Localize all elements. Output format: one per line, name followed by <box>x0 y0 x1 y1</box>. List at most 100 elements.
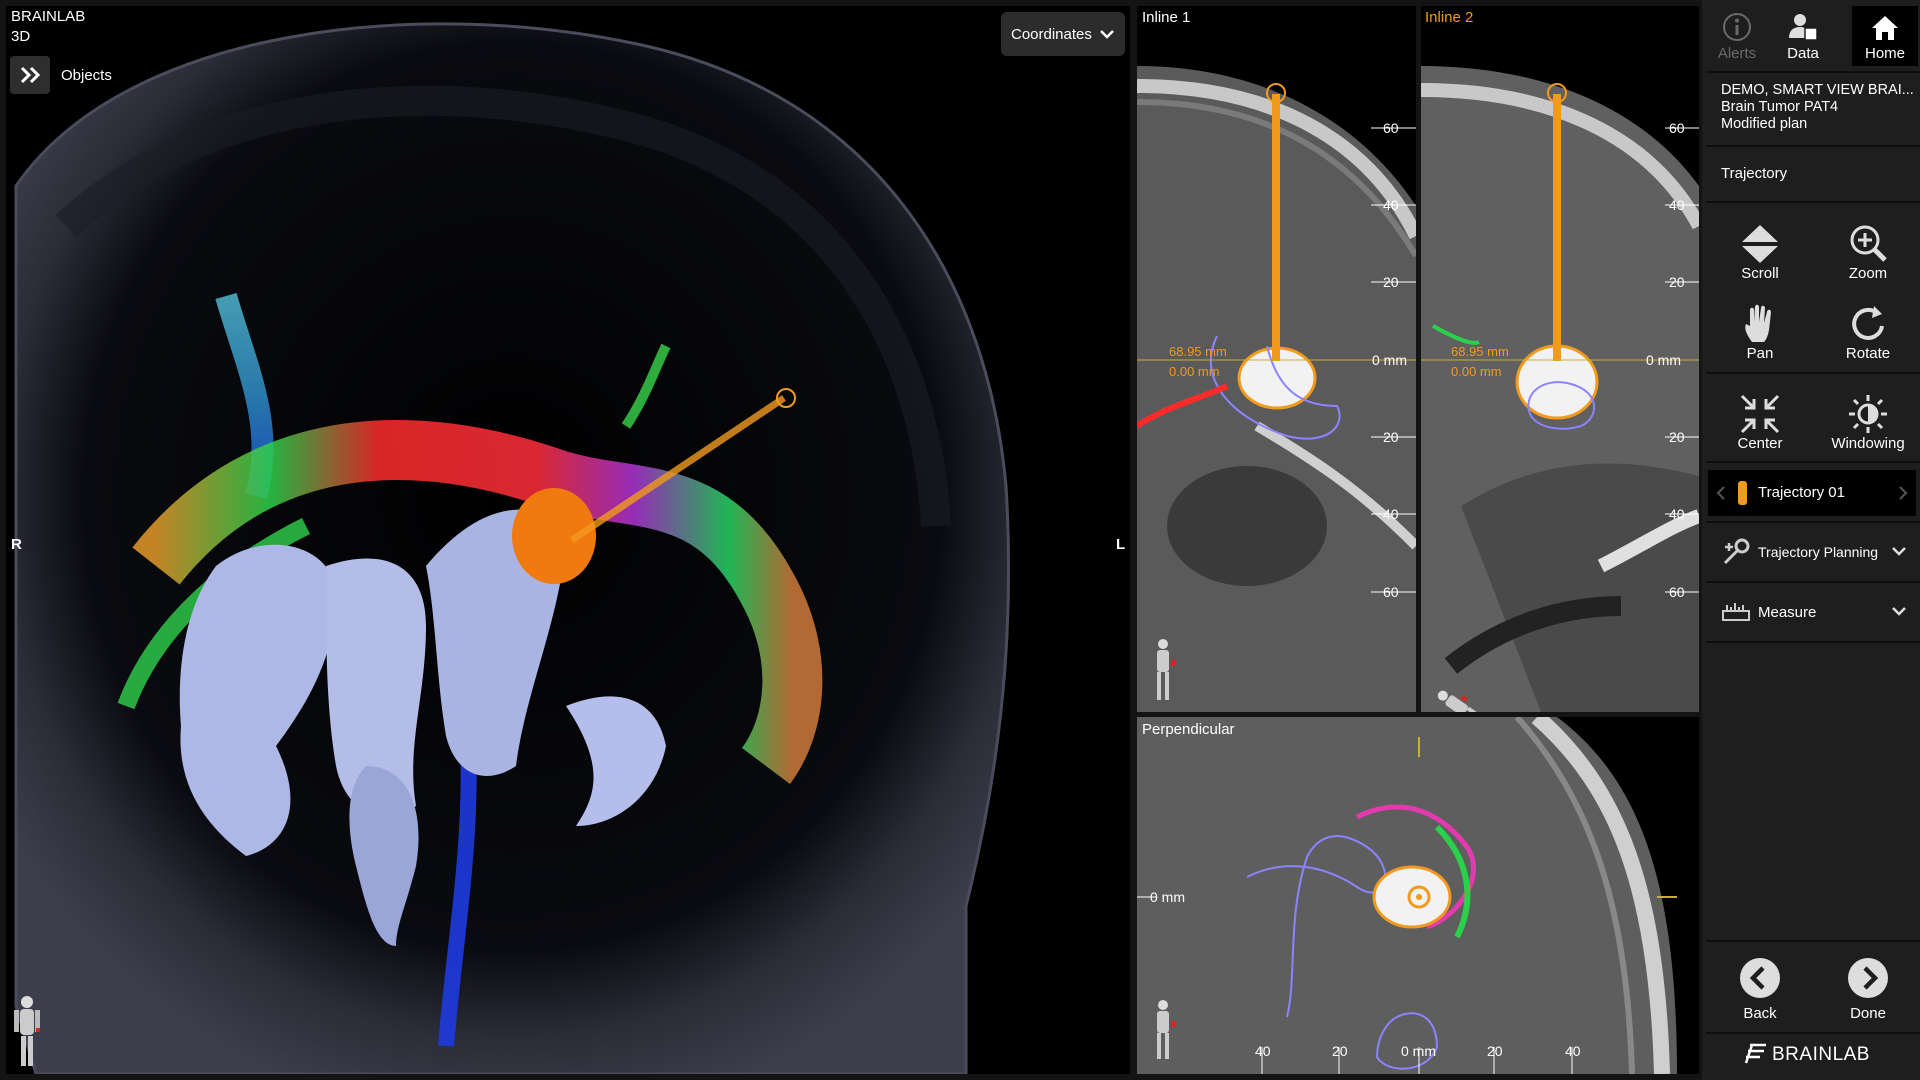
home-icon <box>1872 16 1898 40</box>
pan-label: Pan <box>1746 345 1774 362</box>
patient-data-icon <box>1789 14 1818 41</box>
tick-label: 20 <box>1332 1043 1348 1059</box>
divider <box>1706 940 1920 942</box>
tick-label: 40 <box>1383 506 1399 522</box>
divider <box>1706 461 1920 463</box>
scroll-icon <box>1742 225 1778 263</box>
measure-label: Measure <box>1758 604 1817 621</box>
trajectory-length-label: 68.95 mm <box>1169 344 1227 359</box>
forward-arrow-icon <box>1848 958 1888 998</box>
patient-info: DEMO, SMART VIEW BRAI... Brain Tumor PAT… <box>1721 82 1914 133</box>
tick-label: 40 <box>1669 197 1685 213</box>
chevron-down-icon <box>1892 547 1906 556</box>
objects-toggle-button[interactable] <box>10 56 50 94</box>
app-name-label: BRAINLAB <box>11 8 86 25</box>
data-label: Data <box>1787 45 1819 62</box>
tick-label: 20 <box>1669 429 1685 445</box>
viewport-inline-1[interactable]: 60 40 20 0 mm 20 40 60 68.95 mm 0.00 mm … <box>1137 6 1416 712</box>
scroll-label: Scroll <box>1741 265 1779 282</box>
mri-slice-inline-1: 60 40 20 0 mm 20 40 60 68.95 mm 0.00 mm <box>1137 56 1416 712</box>
tick-label: 60 <box>1383 584 1399 600</box>
double-chevron-right-icon <box>20 66 41 84</box>
scroll-tool-button[interactable]: Scroll <box>1708 212 1812 286</box>
alerts-label: Alerts <box>1717 45 1757 62</box>
tick-label: 0 mm <box>1646 352 1681 368</box>
center-label: Center <box>1737 435 1783 452</box>
section-title: Trajectory <box>1721 165 1788 182</box>
trajectory-planning-icon <box>1723 538 1750 565</box>
alerts-button[interactable]: Alerts <box>1706 4 1768 66</box>
mri-slice-perpendicular: 0 mm 40 20 0 mm 20 40 <box>1137 717 1699 1074</box>
chevron-left-icon[interactable] <box>1716 486 1726 500</box>
trajectory-length-label: 68.95 mm <box>1451 344 1509 359</box>
pan-tool-button[interactable]: Pan <box>1708 292 1812 366</box>
mri-slice-inline-2: 60 40 20 0 mm 20 40 60 68.95 mm 0.00 mm <box>1421 56 1699 712</box>
ruler-icon <box>1722 603 1750 621</box>
coordinates-label: Coordinates <box>1011 26 1092 43</box>
measure-menu[interactable]: Measure <box>1706 583 1920 639</box>
data-button[interactable]: Data <box>1772 4 1834 66</box>
trajectory-planning-menu[interactable]: Trajectory Planning <box>1706 523 1920 579</box>
divider <box>1706 71 1920 73</box>
back-arrow-icon <box>1740 958 1780 998</box>
zoom-tool-button[interactable]: Zoom <box>1816 212 1920 286</box>
axis-label: 0 mm <box>1150 889 1185 905</box>
back-button[interactable]: Back <box>1708 946 1812 1026</box>
viewport-title: Inline 2 <box>1425 9 1474 26</box>
trajectory-selector[interactable]: Trajectory 01 <box>1708 470 1916 516</box>
viewport-title: Inline 1 <box>1142 9 1191 26</box>
plan-status: Modified plan <box>1721 116 1808 132</box>
windowing-label: Windowing <box>1831 435 1905 452</box>
divider <box>1706 201 1920 203</box>
trajectory-name: Trajectory 01 <box>1758 484 1845 501</box>
divider <box>1706 1032 1920 1034</box>
zoom-label: Zoom <box>1848 265 1888 282</box>
chevron-down-icon <box>1100 30 1114 39</box>
done-button[interactable]: Done <box>1816 946 1920 1026</box>
tick-label: 20 <box>1383 274 1399 290</box>
viewport-inline-2[interactable]: 60 40 20 0 mm 20 40 60 68.95 mm 0.00 mm … <box>1421 6 1699 712</box>
rotate-tool-button[interactable]: Rotate <box>1816 292 1920 366</box>
3d-render <box>14 22 1011 1074</box>
tick-label: 60 <box>1669 120 1685 136</box>
divider <box>1706 145 1920 147</box>
home-button[interactable]: Home <box>1852 6 1918 66</box>
tick-label: 60 <box>1669 584 1685 600</box>
tick-label: 40 <box>1565 1043 1581 1059</box>
trajectory-offset-label: 0.00 mm <box>1451 364 1502 379</box>
tick-label: 60 <box>1383 120 1399 136</box>
center-tool-button[interactable]: Center <box>1708 382 1812 456</box>
tick-label: 20 <box>1487 1043 1503 1059</box>
view-mode-label: 3D <box>11 28 31 45</box>
tick-label: 40 <box>1669 506 1685 522</box>
tick-label: 0 mm <box>1401 1043 1436 1059</box>
viewport-perpendicular[interactable]: 0 mm 40 20 0 mm 20 40 Perpendicular <box>1137 717 1699 1074</box>
tick-label: 20 <box>1669 274 1685 290</box>
tick-label: 40 <box>1255 1043 1271 1059</box>
rotate-label: Rotate <box>1845 345 1891 362</box>
home-label: Home <box>1864 45 1905 62</box>
divider <box>1706 641 1920 643</box>
orientation-left-label: L <box>1116 536 1126 553</box>
tick-label: 0 mm <box>1372 352 1407 368</box>
viewport-title: Perpendicular <box>1142 721 1235 738</box>
info-icon <box>1723 13 1751 41</box>
trajectory-color-swatch <box>1738 481 1747 505</box>
patient-name: DEMO, SMART VIEW BRAI... <box>1721 82 1914 98</box>
right-sidebar: Alerts Data Home DEMO, SMART VIEW BRAI..… <box>1702 0 1920 1080</box>
tick-label: 20 <box>1383 429 1399 445</box>
viewport-3d[interactable]: BRAINLAB 3D Objects R L <box>6 6 1130 1074</box>
done-label: Done <box>1850 1005 1886 1022</box>
patient-dataset: Brain Tumor PAT4 <box>1721 99 1839 115</box>
objects-label[interactable]: Objects <box>61 67 112 84</box>
coordinates-dropdown[interactable]: Coordinates <box>1001 12 1125 56</box>
chevron-right-icon[interactable] <box>1898 486 1908 500</box>
body-orientation-icon <box>14 996 40 1066</box>
brainlab-logo-icon <box>1744 1043 1766 1064</box>
brand-logo: BRAINLAB <box>1744 1040 1914 1072</box>
trajectory-offset-label: 0.00 mm <box>1169 364 1220 379</box>
brand-name: BRAINLAB <box>1772 1044 1870 1065</box>
windowing-tool-button[interactable]: Windowing <box>1816 382 1920 456</box>
back-label: Back <box>1743 1005 1777 1022</box>
hand-icon <box>1745 304 1771 342</box>
